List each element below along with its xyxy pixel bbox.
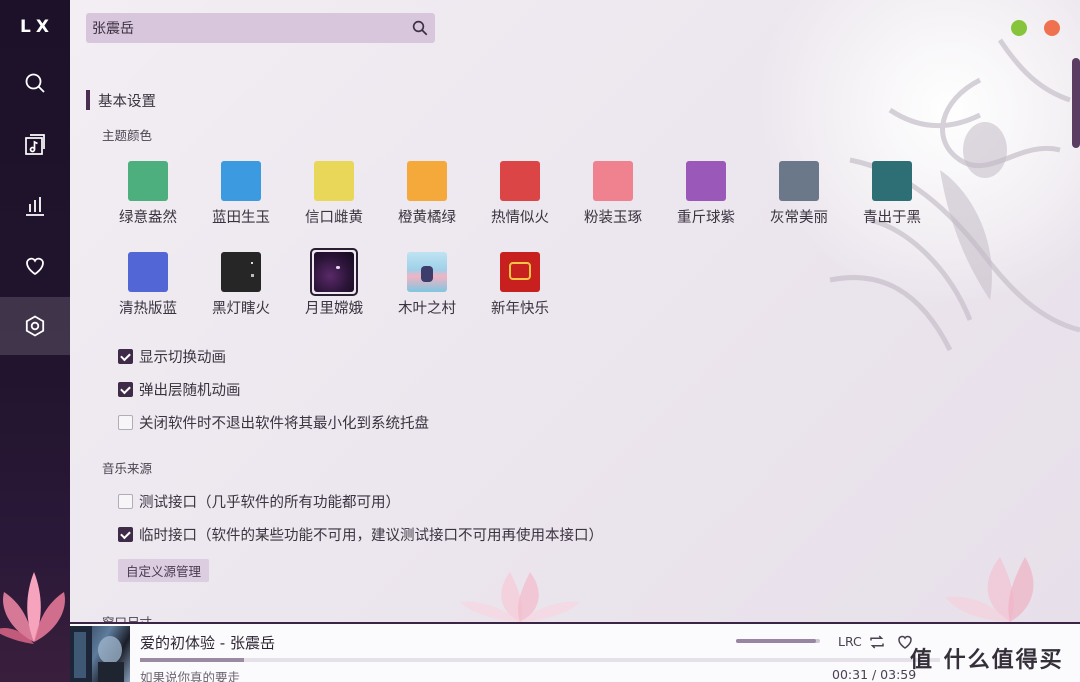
theme-option[interactable]: 木叶之村 [387,252,467,318]
theme-swatch [314,252,354,292]
checkbox[interactable] [118,382,133,397]
checkbox-test-source[interactable]: 测试接口（几乎软件的所有功能都可用） [118,491,400,512]
theme-label: 橙黄橘绿 [398,210,456,226]
theme-swatch [500,252,540,292]
sidebar-item-search[interactable] [0,54,70,112]
sidebar-item-song-list[interactable] [0,116,70,174]
window-size-title: 窗口尺寸 [102,612,152,622]
theme-label: 蓝田生玉 [212,210,270,226]
theme-option[interactable]: 重斤球紫 [666,161,746,227]
theme-swatch [128,252,168,292]
music-source-title: 音乐来源 [102,461,153,476]
theme-label: 清热版蓝 [119,301,177,317]
theme-swatch [407,161,447,201]
sidebar-item-settings[interactable] [0,297,70,355]
lotus-decoration [0,572,65,644]
theme-option[interactable]: 绿意盎然 [108,161,188,227]
lrc-button[interactable]: LRC [838,634,862,649]
checkbox-label: 测试接口（几乎软件的所有功能都可用） [139,495,400,511]
theme-option[interactable]: 橙黄橘绿 [387,161,467,227]
search-input[interactable]: 张震岳 [92,18,405,38]
theme-option[interactable]: 清热版蓝 [108,252,188,318]
theme-option[interactable]: 信口雌黄 [294,161,374,227]
checkbox-label: 显示切换动画 [139,350,226,366]
theme-swatch [407,252,447,292]
section-basic-settings: 基本设置 [86,90,156,110]
heart-icon [26,257,44,276]
theme-option[interactable]: 黑灯瞎火 [201,252,281,318]
checkbox-label: 临时接口（软件的某些功能不可用，建议测试接口不可用再使用本接口） [139,528,603,544]
chart-bars-icon [26,197,44,216]
theme-swatch [593,161,633,201]
album-cover[interactable] [70,626,130,682]
search-icon [25,73,45,93]
lotus-decoration [460,572,580,622]
volume-fill [736,639,816,643]
repeat-icon[interactable] [867,632,887,652]
theme-option[interactable]: 新年快乐 [480,252,560,318]
theme-swatch [779,161,819,201]
song-title[interactable]: 爱的初体验 - 张震岳 [140,632,275,653]
music-list-icon [25,134,45,155]
theme-option[interactable]: 灰常美丽 [759,161,839,227]
theme-label: 新年快乐 [491,301,549,317]
progress-bar[interactable] [140,658,940,662]
checkbox[interactable] [118,527,133,542]
theme-swatch [500,161,540,201]
theme-label: 信口雌黄 [305,210,363,226]
theme-swatch [686,161,726,201]
theme-label: 热情似火 [491,210,549,226]
theme-label: 绿意盎然 [119,210,177,226]
lotus-decoration [945,557,1034,622]
checkbox-show-switch-animation[interactable]: 显示切换动画 [118,346,226,367]
checkbox[interactable] [118,494,133,509]
checkbox[interactable] [118,349,133,364]
theme-option-selected[interactable]: 月里嫦娥 [294,248,374,318]
section-title: 基本设置 [98,93,156,110]
sidebar-item-favorites[interactable] [0,237,70,295]
app-logo: LX [20,17,54,37]
theme-label: 粉装玉琢 [584,210,642,226]
close-button[interactable] [1044,20,1060,36]
theme-label: 木叶之村 [398,301,456,317]
playback-time: 00:31 / 03:59 [832,667,917,682]
theme-swatch [221,252,261,292]
theme-color-title: 主题颜色 [102,128,153,143]
theme-label: 重斤球紫 [677,210,735,226]
scrollbar-thumb[interactable] [1072,58,1080,148]
checkbox-minimize-to-tray[interactable]: 关闭软件时不退出软件将其最小化到系统托盘 [118,412,429,433]
theme-swatch [314,161,354,201]
theme-option[interactable]: 青出于黑 [852,161,932,227]
minimize-button[interactable] [1011,20,1027,36]
settings-panel: 张震岳 基本设置 主题颜色 绿意盎然 蓝田生玉 信口雌黄 橙黄橘绿 热情似火 粉… [70,0,1080,622]
checkbox-random-popup-animation[interactable]: 弹出层随机动画 [118,379,241,400]
theme-swatch [128,161,168,201]
volume-slider[interactable] [736,639,820,643]
settings-icon [25,315,45,337]
checkbox-temp-source[interactable]: 临时接口（软件的某些功能不可用，建议测试接口不可用再使用本接口） [118,524,603,545]
sidebar-item-leaderboard[interactable] [0,177,70,235]
theme-label: 月里嫦娥 [305,301,363,317]
search-bar[interactable]: 张震岳 [86,13,435,43]
theme-swatch [221,161,261,201]
player-bar: 爱的初体验 - 张震岳 如果说你真的要走 00:31 / 03:59 LRC 值… [70,622,1080,682]
theme-swatch [872,161,912,201]
section-marker [86,90,90,110]
checkbox-label: 弹出层随机动画 [139,383,241,399]
theme-option[interactable]: 热情似火 [480,161,560,227]
watermark: 值 什么值得买 [910,648,1064,673]
theme-label: 灰常美丽 [770,210,828,226]
theme-option[interactable]: 蓝田生玉 [201,161,281,227]
progress-fill [140,658,244,662]
search-icon[interactable] [405,13,435,43]
custom-source-button[interactable]: 自定义源管理 [118,559,210,582]
theme-label: 黑灯瞎火 [212,301,270,317]
theme-option[interactable]: 粉装玉琢 [573,161,653,227]
theme-label: 青出于黑 [863,210,921,226]
current-lyric: 如果说你真的要走 [140,670,241,682]
sidebar: LX [0,0,70,682]
checkbox[interactable] [118,415,133,430]
checkbox-label: 关闭软件时不退出软件将其最小化到系统托盘 [139,416,429,432]
